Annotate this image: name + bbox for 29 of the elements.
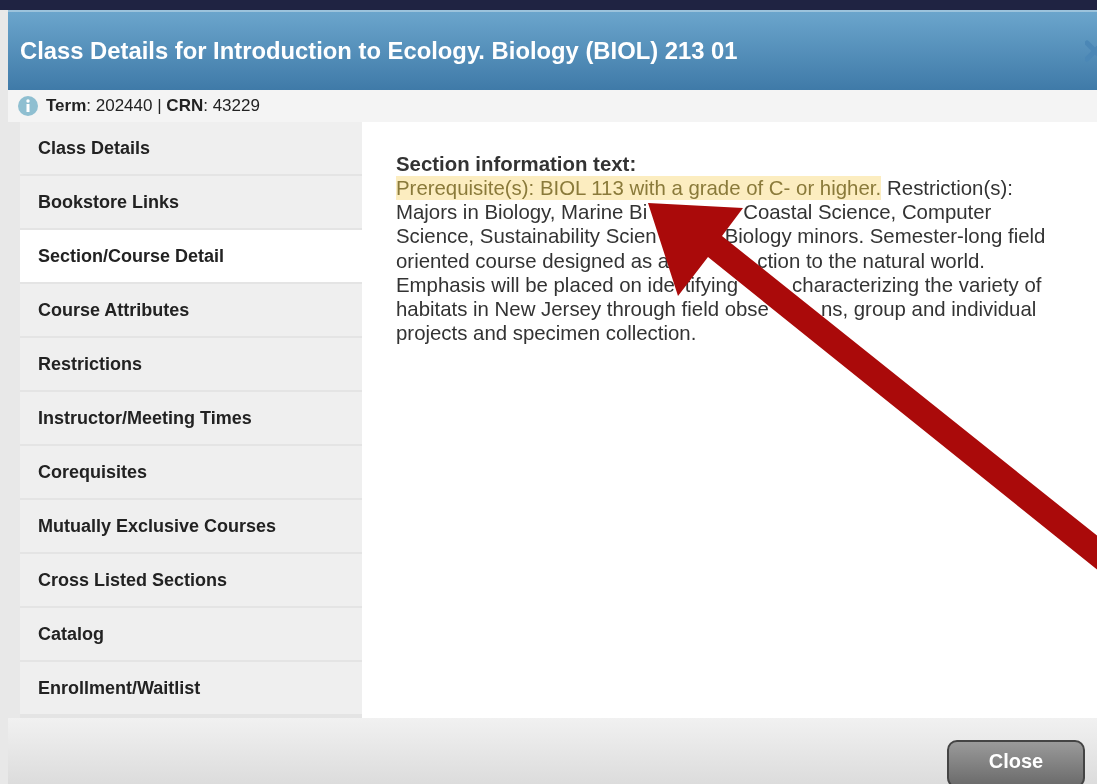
paragraph-text: Restriction(s): xyxy=(887,176,1013,201)
paragraph-text: habitats in New Jersey through field obse xyxy=(396,297,769,322)
sidebar-item[interactable]: Corequisites xyxy=(20,446,362,498)
sidebar-item[interactable]: Bookstore Links xyxy=(20,176,362,228)
sidebar-item[interactable]: Class Details xyxy=(20,122,362,174)
paragraph-text: Science, Sustainability Scien xyxy=(396,224,657,249)
paragraph-text: projects and specimen collection. xyxy=(396,321,697,346)
sidebar-item[interactable]: Course Attributes xyxy=(20,284,362,336)
sidebar-item[interactable]: Mutually Exclusive Courses xyxy=(20,500,362,552)
info-icon xyxy=(18,96,38,116)
paragraph-text: ction to the natural world. xyxy=(757,248,986,273)
sidebar-item[interactable]: Instructor/Meeting Times xyxy=(20,392,362,444)
paragraph-text: Majors in Biology, Marine Bi xyxy=(396,200,648,225)
sidebar-item[interactable]: Restrictions xyxy=(20,338,362,390)
sidebar-item[interactable]: Section/Course Detail xyxy=(20,230,362,282)
sidebar-item[interactable]: Cross Listed Sections xyxy=(20,554,362,606)
paragraph-text: Coastal Science, Computer xyxy=(743,200,992,225)
sidebar-item[interactable]: Enrollment/Waitlist xyxy=(20,662,362,714)
highlighted-text: Prerequisite(s): BIOL 113 with a grade of C- or higher. xyxy=(396,176,882,201)
paragraph-text: tifying xyxy=(684,272,739,297)
paragraph-text: characterizing the variety of xyxy=(792,272,1042,297)
paragraph-text: Biology minors. Semester-long field xyxy=(724,224,1046,249)
dialog-title: Class Details for Introduction to Ecology. Biology (BIOL) 213 01 xyxy=(20,37,738,65)
section-heading: Section information text: xyxy=(396,152,638,176)
sidebar-item[interactable]: Catalog xyxy=(20,608,362,660)
term-crn-text: Term: 202440 | CRN: 43229 xyxy=(46,96,260,116)
paragraph-text: ns, group and individual xyxy=(820,297,1037,322)
close-button[interactable]: Close xyxy=(947,740,1085,784)
paragraph-text: Emphasis will be placed on ide xyxy=(396,272,675,297)
